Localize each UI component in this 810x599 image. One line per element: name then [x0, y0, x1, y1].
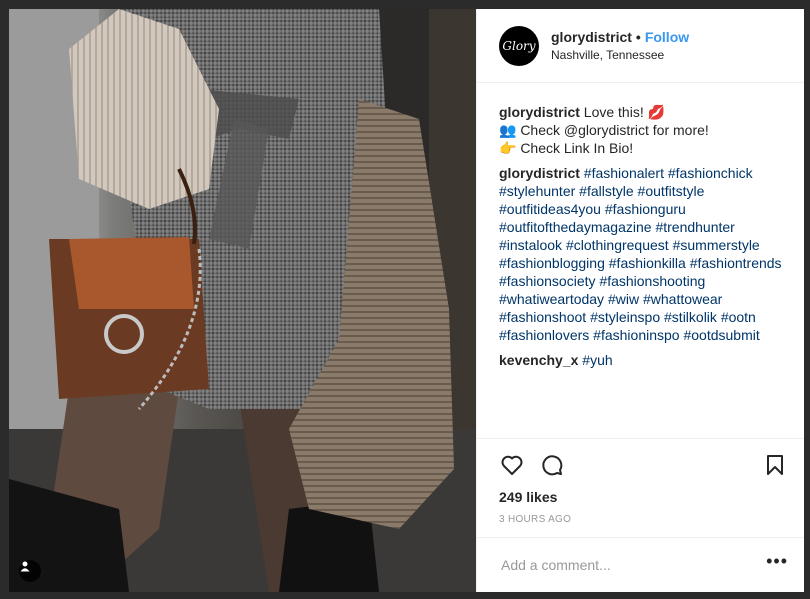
user-tag-icon[interactable]: [19, 560, 41, 582]
hashtag-link[interactable]: #wiw: [608, 291, 639, 307]
hashtag-link[interactable]: #trendhunter: [655, 219, 734, 235]
hashtag-link[interactable]: #ootdsubmit: [683, 327, 759, 343]
hashtag-link[interactable]: #stilkolik: [664, 309, 717, 325]
hashtag-link[interactable]: #fashionshoot: [499, 309, 586, 325]
photo-illustration: [9, 9, 476, 592]
post-timestamp[interactable]: 3 HOURS AGO: [499, 514, 788, 525]
post-sidebar: Glory glorydistrict • Follow Nashville, Te…: [476, 9, 804, 592]
hashtag-link[interactable]: #styleinspo: [590, 309, 660, 325]
hashtag-link[interactable]: #whattowear: [643, 291, 722, 307]
hashtag-link[interactable]: #outfitideas4you: [499, 201, 601, 217]
hashtag-link[interactable]: #fashionchick: [668, 165, 753, 181]
hashtag-link[interactable]: #fashionlovers: [499, 327, 589, 343]
comment-input[interactable]: [499, 556, 767, 574]
hashtag-link[interactable]: #fallstyle: [579, 183, 633, 199]
comment-username[interactable]: kevenchy_x: [499, 352, 578, 368]
hashtag-link[interactable]: #fashiontrends: [690, 255, 782, 271]
comment-text: 👥 Check @glorydistrict for more!: [499, 122, 709, 138]
post-header: Glory glorydistrict • Follow Nashville, Te…: [477, 9, 804, 83]
hashtag-link[interactable]: #instalook: [499, 237, 562, 253]
hashtag-link[interactable]: #outfitofthedaymagazine: [499, 219, 652, 235]
comment-username[interactable]: glorydistrict: [499, 165, 580, 181]
user-comment: kevenchy_x #yuh: [499, 351, 788, 369]
comments-list: glorydistrict Love this! 💋 👥 Check @glor…: [477, 83, 804, 438]
hashtag-link[interactable]: #fashionalert: [584, 165, 664, 181]
hashtag-link[interactable]: #yuh: [582, 352, 612, 368]
post-photo[interactable]: [9, 9, 476, 592]
hashtag-list: #yuh: [582, 352, 612, 368]
bookmark-icon[interactable]: [762, 452, 788, 478]
location-link[interactable]: Nashville, Tennessee: [551, 48, 689, 62]
hashtag-link[interactable]: #fashionblogging: [499, 255, 605, 271]
comment-username[interactable]: glorydistrict: [499, 104, 580, 120]
hashtag-link[interactable]: #stylehunter: [499, 183, 575, 199]
more-options-icon[interactable]: •••: [766, 552, 788, 574]
action-bar: [499, 441, 788, 489]
separator-dot: •: [635, 29, 641, 45]
hashtag-link[interactable]: #fashionshooting: [599, 273, 705, 289]
post-modal: Glory glorydistrict • Follow Nashville, Te…: [9, 9, 804, 592]
hashtag-link[interactable]: #fashionsociety: [499, 273, 596, 289]
header-username[interactable]: glorydistrict: [551, 29, 632, 45]
hashtag-link[interactable]: #clothingrequest: [566, 237, 669, 253]
heart-icon[interactable]: [499, 452, 525, 478]
hashtag-link[interactable]: #ootn: [721, 309, 756, 325]
hashtag-link[interactable]: #whatiweartoday: [499, 291, 604, 307]
hashtag-comment: glorydistrict #fashionalert #fashionchic…: [499, 164, 788, 344]
likes-count[interactable]: 249 likes: [499, 489, 788, 505]
hashtag-link[interactable]: #summerstyle: [673, 237, 760, 253]
hashtag-list: #fashionalert #fashionchick #stylehunter…: [499, 165, 782, 343]
comment-text: Love this! 💋: [583, 104, 666, 120]
hashtag-link[interactable]: #outfitstyle: [638, 183, 705, 199]
hashtag-link[interactable]: #fashioninspo: [593, 327, 679, 343]
hashtag-link[interactable]: #fashionguru: [605, 201, 686, 217]
add-comment-bar: •••: [477, 537, 804, 592]
comment-text: 👉 Check Link In Bio!: [499, 140, 634, 156]
actions-section: 249 likes 3 HOURS AGO: [477, 438, 804, 537]
avatar[interactable]: Glory: [499, 25, 539, 66]
comment-icon[interactable]: [539, 452, 565, 478]
caption-comment: glorydistrict Love this! 💋 👥 Check @glor…: [499, 103, 788, 157]
follow-button[interactable]: Follow: [645, 29, 689, 45]
hashtag-link[interactable]: #fashionkilla: [609, 255, 686, 271]
